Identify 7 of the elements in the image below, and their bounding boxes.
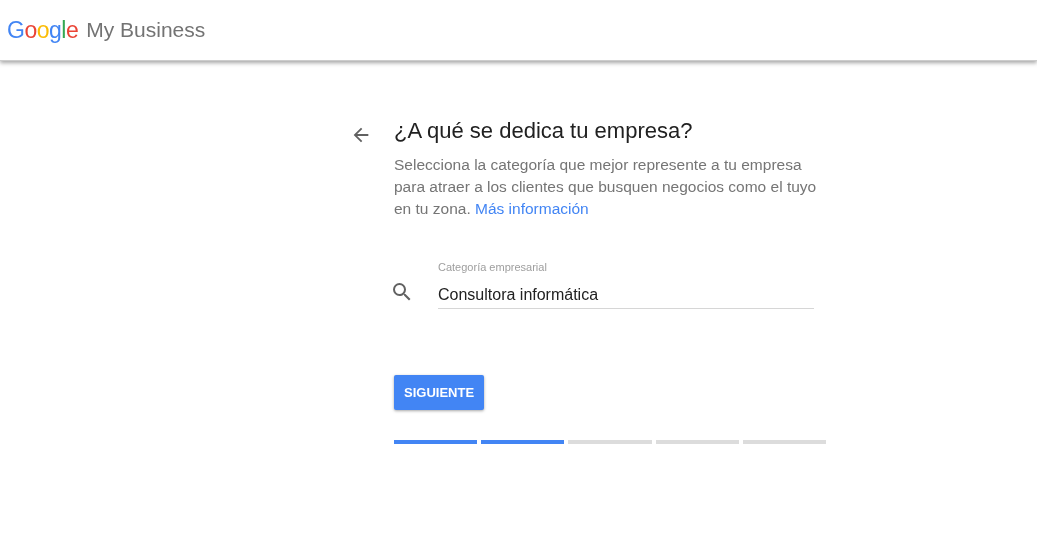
next-button[interactable]: SIGUIENTE	[394, 375, 485, 410]
product-name: My Business	[86, 18, 206, 42]
logo: Google	[7, 16, 79, 44]
more-info-link[interactable]: Más información	[475, 200, 589, 217]
page-title: ¿A qué se dedica tu empresa?	[394, 117, 694, 145]
description: Selecciona la categoría que mejor represente a tu empresa para atraer a los clientes que busquen negocios como el tuyo en tu zona. Más información	[394, 155, 818, 219]
category-field[interactable]: Categoría empresarial Consultora informática	[438, 260, 814, 309]
